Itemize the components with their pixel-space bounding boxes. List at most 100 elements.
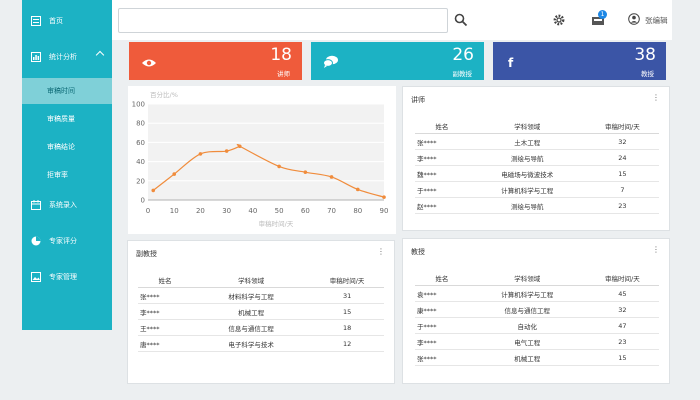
cell-field: 测绘与导航 [468,149,586,166]
table-row[interactable]: 康**** 信息与通信工程 32 [415,301,659,318]
x-tick-label: 80 [353,207,362,215]
table-row[interactable]: 张**** 机械工程 15 [415,349,659,366]
more-options-icon[interactable]: ⋮ [377,248,385,256]
y-tick-label: 0 [141,197,145,205]
y-tick-label: 100 [132,101,145,109]
cell-name: 李**** [415,333,469,350]
sidebar-item-system-entry[interactable]: 系统录入 [22,190,112,220]
cell-field: 土木工程 [468,133,586,150]
cell-days: 15 [585,349,659,366]
table-row[interactable]: 唐**** 电子科学与技术 12 [138,335,384,352]
cell-field: 电子科学与技术 [192,335,311,352]
cell-field: 信息与通信工程 [192,319,311,336]
y-tick-label: 60 [136,139,145,147]
cell-field: 机械工程 [192,303,311,320]
cell-days: 32 [585,301,659,318]
cell-field: 测绘与导航 [468,197,586,214]
sidebar-subitem-rejection-rate[interactable]: 拒审率 [22,162,112,188]
x-tick-label: 10 [170,207,179,215]
table-header-row: 姓名 学科领域 审稿时间/天 [415,271,659,286]
notification-badge: 1 [598,10,607,19]
sidebar-item-label: 专家管理 [49,273,77,281]
lecturer-panel: 讲师 ⋮ 姓名 学科领域 审稿时间/天 张**** 土木工程 32 李**** 测绘与导航 24… [402,86,670,231]
cell-days: 23 [585,197,659,214]
table-row[interactable]: 李**** 电气工程 23 [415,333,659,350]
sidebar-item-statistics[interactable]: 统计分析 [22,42,112,72]
cell-days: 47 [585,317,659,334]
sidebar-item-label: 专家评分 [49,237,77,245]
gear-icon[interactable] [552,12,568,28]
cell-field: 计算机科学与工程 [468,285,586,302]
x-tick-label: 20 [196,207,205,215]
table-row[interactable]: 赵**** 测绘与导航 23 [415,197,659,214]
chat-icon [323,54,339,68]
x-tick-label: 40 [248,207,257,215]
user-menu[interactable]: 张编辑 [628,12,668,28]
cell-name: 赵**** [415,197,469,214]
home-icon [30,15,42,27]
sidebar-subitem-review-quality[interactable]: 审稿质量 [22,106,112,132]
image-icon [30,271,42,283]
stat-card-associate-professor[interactable]: 26 副教授 [311,42,484,80]
stat-card-lecturer[interactable]: 18 讲师 [129,42,302,80]
eye-icon [141,54,157,68]
x-tick-label: 90 [380,207,389,215]
x-axis-title: 审稿时间/天 [259,219,294,228]
table-row[interactable]: 李**** 机械工程 15 [138,303,384,320]
associate-professor-panel: 副教授 ⋮ 姓名 学科领域 审稿时间/天 张**** 材料科学与工程 31 李**** 机械工… [127,240,395,384]
cell-days: 23 [585,333,659,350]
table-row[interactable]: 魏**** 电磁场与微波技术 15 [415,165,659,182]
table-row[interactable]: 王**** 信息与通信工程 18 [138,319,384,336]
stat-card-professor[interactable]: f 38 教授 [493,42,666,80]
data-point [329,175,334,179]
panel-title: 教授 [411,248,425,256]
sidebar-subitem-review-conclusion[interactable]: 审稿结论 [22,134,112,160]
x-tick-label: 30 [222,207,231,215]
stat-value: 26 [452,45,474,65]
user-icon [628,13,640,27]
cell-name: 张**** [415,349,469,366]
table-row[interactable]: 张**** 材料科学与工程 31 [138,287,384,304]
svg-text:f: f [508,56,514,69]
y-tick-label: 80 [136,120,145,128]
more-options-icon[interactable]: ⋮ [652,246,660,254]
cell-field: 信息与通信工程 [468,301,586,318]
sidebar-item-label: 系统录入 [49,201,77,209]
table-row[interactable]: 李**** 测绘与导航 24 [415,149,659,166]
table-row[interactable]: 于**** 自动化 47 [415,317,659,334]
column-header: 学科领域 [468,119,586,134]
search-input[interactable] [118,8,448,33]
cell-name: 李**** [415,149,469,166]
sidebar-item-label: 统计分析 [49,53,77,61]
sidebar-item-home[interactable]: 首页 [22,6,112,36]
more-options-icon[interactable]: ⋮ [652,94,660,102]
lecturer-table: 姓名 学科领域 审稿时间/天 张**** 土木工程 32 李**** 测绘与导航 24 魏****… [415,119,659,214]
chart-icon [30,51,42,63]
facebook-icon: f [505,54,521,70]
stat-value: 18 [270,45,292,65]
chevron-up-icon [95,50,105,60]
panel-title: 副教授 [136,250,157,258]
cell-field: 材料科学与工程 [192,287,311,304]
cell-field: 自动化 [468,317,586,334]
search-icon[interactable] [454,12,470,28]
data-point [224,149,229,153]
sidebar-item-expert-scoring[interactable]: 专家评分 [22,226,112,256]
cell-name: 康**** [415,301,469,318]
sidebar-subitem-review-time[interactable]: 审稿时间 [22,78,112,104]
x-tick-label: 50 [275,207,284,215]
cell-name: 于**** [415,317,469,334]
cell-name: 张**** [138,287,193,304]
column-header: 姓名 [415,119,469,134]
sidebar-item-expert-management[interactable]: 专家管理 [22,262,112,292]
table-row[interactable]: 袁**** 计算机科学与工程 45 [415,285,659,302]
data-point [355,187,360,192]
cell-name: 于**** [415,181,469,198]
y-axis-title: 百分比/% [150,90,178,99]
table-row[interactable]: 于**** 计算机科学与工程 7 [415,181,659,198]
data-point [382,195,386,199]
column-header: 审稿时间/天 [310,273,384,288]
calendar-icon [30,199,42,211]
table-row[interactable]: 张**** 土木工程 32 [415,133,659,150]
data-point [198,152,203,156]
